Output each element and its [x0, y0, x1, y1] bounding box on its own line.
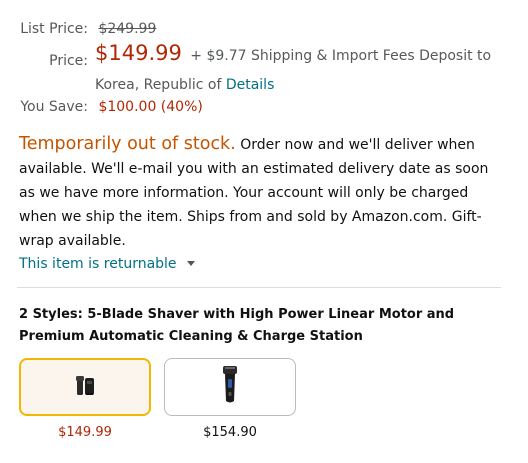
- shaver-icon: [220, 365, 240, 409]
- list-price-row: List Price: $249.99: [0, 20, 156, 39]
- style-option-shaver-station[interactable]: [19, 358, 151, 416]
- availability-line1: Order now and we'll deliver when: [240, 137, 475, 153]
- list-price-value: $249.99: [98, 21, 157, 37]
- price-value: $149.99: [95, 41, 182, 65]
- chevron-down-icon: [186, 261, 195, 266]
- returnable-label: This item is returnable: [19, 256, 177, 272]
- price-label-row: Price:: [0, 52, 88, 71]
- style-option-shaver[interactable]: [164, 358, 296, 416]
- shaver-with-station-icon: [73, 373, 97, 401]
- styles-heading-line1: 2 Styles: 5-Blade Shaver with High Power…: [19, 307, 455, 322]
- availability-message: Temporarily out of stock. Order now and …: [19, 132, 509, 253]
- list-price-label: List Price:: [20, 21, 88, 37]
- out-of-stock-status: Temporarily out of stock.: [19, 134, 236, 154]
- availability-line4: when we ship the item. Ships from and so…: [19, 209, 482, 225]
- divider: [17, 287, 501, 288]
- savings-label: You Save:: [20, 99, 88, 115]
- shipping-details-link[interactable]: Details: [226, 77, 275, 93]
- price-label: Price:: [49, 53, 88, 69]
- shipping-destination: Korea, Republic of: [95, 77, 222, 93]
- price-row: $149.99 + $9.77 Shipping & Import Fees D…: [95, 41, 492, 66]
- shipping-line2-row: Korea, Republic of Details: [95, 76, 274, 95]
- style-option-price: $154.90: [203, 425, 257, 440]
- availability-line2: available. We'll e-mail you with an esti…: [19, 161, 489, 177]
- shipping-text: + $9.77 Shipping & Import Fees Deposit t…: [190, 48, 492, 64]
- styles-heading-line2: Premium Automatic Cleaning & Charge Stat…: [19, 329, 363, 344]
- returnable-link[interactable]: This item is returnable: [19, 256, 195, 272]
- styles-heading: 2 Styles: 5-Blade Shaver with High Power…: [19, 304, 499, 348]
- savings-row: You Save: $100.00 (40%): [0, 98, 203, 117]
- availability-line3: as we have more information. Your accoun…: [19, 185, 469, 201]
- availability-line5: wrap available.: [19, 233, 126, 249]
- style-option-price: $149.99: [58, 425, 112, 440]
- savings-value: $100.00 (40%): [98, 99, 203, 115]
